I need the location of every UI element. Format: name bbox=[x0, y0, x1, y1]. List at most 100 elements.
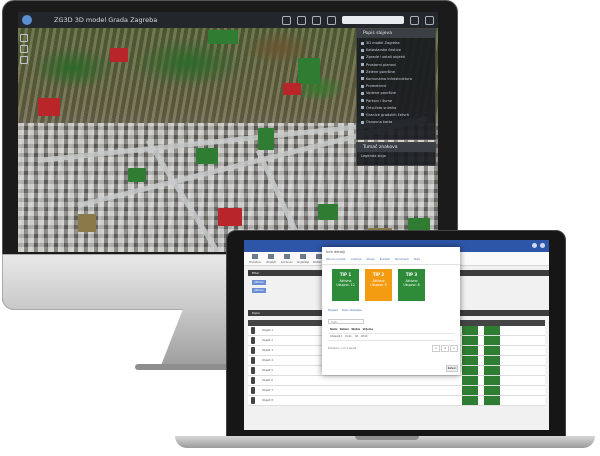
status-tile[interactable]: TIP 3 Aktivno Ukupno: 8 bbox=[398, 269, 425, 301]
users-icon bbox=[284, 254, 290, 259]
layer-item[interactable]: Orto-foto snimka bbox=[361, 105, 435, 112]
layers-panel-title: Popis slojeva bbox=[357, 29, 435, 38]
legend-panel-title: Tumač znakova bbox=[357, 143, 435, 152]
modal-table-header: Naziv Datum Status Vrijeme bbox=[328, 327, 454, 334]
nav-item[interactable]: Objekti bbox=[264, 252, 278, 265]
layer-item[interactable]: Granice gradskih četvrti bbox=[361, 112, 435, 119]
checkbox-icon[interactable] bbox=[361, 55, 364, 59]
layer-item[interactable]: Vodene površine bbox=[361, 90, 435, 97]
desktop-screen: ZG3D 3D model Grada Zagreba Popis slojev… bbox=[18, 12, 438, 252]
checkbox-icon[interactable] bbox=[361, 91, 364, 95]
report-icon bbox=[300, 254, 306, 259]
measure-icon[interactable] bbox=[312, 15, 321, 25]
modal-tab[interactable]: Stanje bbox=[366, 258, 374, 264]
modal-tab[interactable]: Slike bbox=[414, 258, 420, 264]
checkbox-icon[interactable] bbox=[361, 99, 364, 102]
zoom-out-icon[interactable] bbox=[20, 45, 28, 53]
checkbox-icon[interactable] bbox=[361, 84, 364, 88]
status-tile[interactable]: TIP 1 Aktivno Ukupno: 12 bbox=[332, 269, 359, 301]
checkbox-icon[interactable] bbox=[361, 70, 364, 74]
modal-close-button[interactable]: Zatvori bbox=[446, 365, 458, 372]
pager-next[interactable]: > bbox=[450, 345, 458, 352]
zone-block bbox=[128, 168, 146, 182]
checkbox-icon[interactable] bbox=[361, 48, 364, 52]
print-icon[interactable] bbox=[327, 15, 336, 25]
map-titlebar: ZG3D 3D model Grada Zagreba bbox=[18, 12, 438, 28]
modal-tab[interactable]: Osnovni podaci bbox=[326, 258, 346, 264]
layer-item[interactable]: Osnovna karta bbox=[361, 119, 435, 126]
zone-block bbox=[208, 30, 238, 44]
app-logo-icon bbox=[22, 15, 32, 25]
layer-item[interactable]: Parkovi i šume bbox=[361, 98, 435, 105]
notification-icon[interactable] bbox=[532, 243, 537, 248]
modal-info-text: Prikazano 1 od 1 zapisa bbox=[328, 347, 357, 350]
nav-item[interactable]: Izvještaji bbox=[296, 252, 310, 265]
status-cell bbox=[462, 386, 478, 395]
layers-icon[interactable] bbox=[297, 15, 306, 25]
status-cell bbox=[484, 396, 500, 405]
checkbox-icon[interactable] bbox=[361, 120, 364, 124]
pager-prev[interactable]: < bbox=[432, 345, 440, 352]
table-row[interactable]: Objekt 6 bbox=[248, 376, 545, 386]
device-icon bbox=[251, 367, 255, 374]
legend-subtitle: Legenda sloja bbox=[361, 154, 386, 158]
laptop-screen: Početna Objekti Korisnici Izvještaji Pos… bbox=[244, 240, 549, 430]
layer-item[interactable]: Zelene površine bbox=[361, 69, 435, 76]
user-icon[interactable] bbox=[540, 243, 545, 248]
zone-block bbox=[196, 148, 218, 164]
table-row[interactable]: Objekt 8 bbox=[248, 396, 545, 406]
zone-block bbox=[318, 204, 338, 220]
pager-page[interactable]: 1 bbox=[441, 345, 449, 352]
status-cell bbox=[484, 326, 500, 335]
nav-item[interactable]: Korisnici bbox=[280, 252, 294, 265]
status-tile[interactable]: TIP 2 Aktivno Ukupno: 5 bbox=[365, 269, 392, 301]
sub-tab[interactable]: Popis obilazaka bbox=[342, 309, 362, 312]
settings-icon[interactable] bbox=[425, 15, 434, 25]
layer-item[interactable]: Prostorni planovi bbox=[361, 62, 435, 69]
modal-tab[interactable]: Dokumenti bbox=[395, 258, 409, 264]
zoom-in-icon[interactable] bbox=[20, 34, 28, 42]
zone-block bbox=[38, 98, 60, 116]
checkbox-icon[interactable] bbox=[361, 113, 364, 117]
map-toolbar bbox=[282, 12, 434, 28]
status-cell bbox=[484, 356, 500, 365]
status-cell bbox=[462, 356, 478, 365]
device-icon bbox=[251, 327, 255, 334]
checkbox-icon[interactable] bbox=[361, 63, 364, 67]
modal-tab[interactable]: Povijest bbox=[380, 258, 390, 264]
layers-panel: Popis slojeva 3D model Zagreba Katastars… bbox=[356, 28, 436, 140]
compass-icon[interactable] bbox=[20, 56, 28, 64]
details-modal: Info detalji Osnovni podaci Lokacija Sta… bbox=[322, 247, 460, 375]
modal-table: Naziv Datum Status Vrijeme Obilazak 1 01… bbox=[328, 327, 454, 341]
app-title: ZG3D 3D model Grada Zagreba bbox=[54, 16, 158, 24]
modal-search-input[interactable]: Traži... bbox=[328, 319, 364, 324]
layer-item[interactable]: Katastarske čestice bbox=[361, 47, 435, 54]
table-row[interactable]: Objekt 7 bbox=[248, 386, 545, 396]
sub-tab[interactable]: Pregled bbox=[328, 309, 338, 312]
device-icon bbox=[251, 347, 255, 354]
map-search-input[interactable] bbox=[342, 16, 404, 24]
checkbox-icon[interactable] bbox=[361, 41, 364, 45]
modal-tabs: Osnovni podaci Lokacija Stanje Povijest … bbox=[322, 258, 460, 265]
layer-item[interactable]: Prometnice bbox=[361, 83, 435, 90]
search-icon[interactable] bbox=[410, 15, 419, 25]
checkbox-icon[interactable] bbox=[361, 106, 364, 110]
status-tiles: TIP 1 Aktivno Ukupno: 12 TIP 2 Aktivno U… bbox=[332, 269, 425, 301]
status-cell bbox=[462, 326, 478, 335]
zone-block bbox=[298, 58, 320, 84]
modal-table-row[interactable]: Obilazak 1 01.01. OK 10:00 bbox=[328, 334, 454, 341]
status-cell bbox=[484, 346, 500, 355]
checkbox-icon[interactable] bbox=[361, 77, 364, 81]
modal-pager: < 1 > bbox=[432, 345, 458, 352]
status-cell bbox=[462, 336, 478, 345]
home-icon[interactable] bbox=[282, 15, 291, 25]
layer-item[interactable]: Komunalna infrastruktura bbox=[361, 76, 435, 83]
device-icon bbox=[251, 337, 255, 344]
device-icon bbox=[251, 357, 255, 364]
modal-tab[interactable]: Lokacija bbox=[351, 258, 362, 264]
map-nav-tools bbox=[20, 34, 28, 64]
layer-item[interactable]: 3D model Zagreba bbox=[361, 40, 435, 47]
layer-item[interactable]: Zgrade i ostali objekti bbox=[361, 54, 435, 61]
nav-item[interactable]: Početna bbox=[248, 252, 262, 265]
status-cell bbox=[462, 366, 478, 375]
